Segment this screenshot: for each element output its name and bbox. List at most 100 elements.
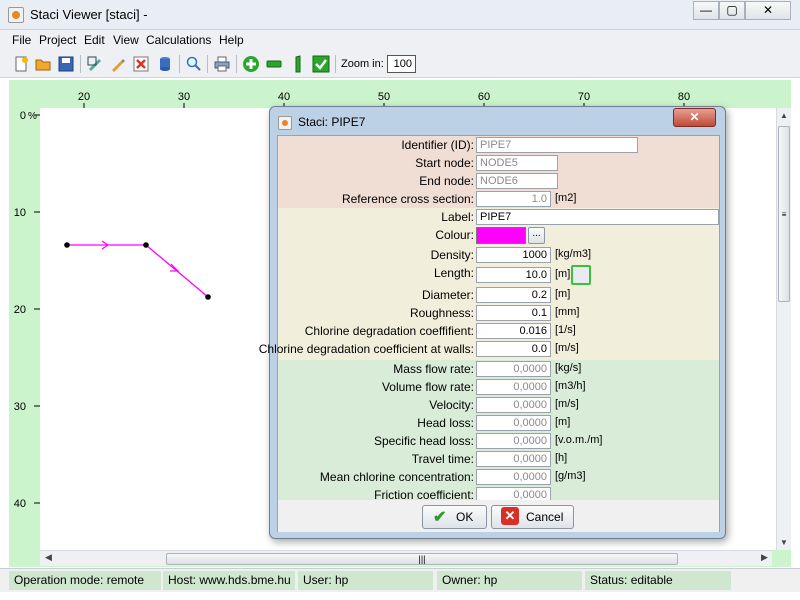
mass-flow-rate-label: Mass flow rate: [393, 362, 474, 376]
mean-chlorine-label: Mean chlorine concentration: [319, 470, 474, 484]
field-row-start-node: Start node: NODE5 [278, 154, 719, 172]
cancel-button[interactable]: ✕ Cancel [491, 505, 574, 529]
chlorine-degradation-walls-field[interactable]: 0.0 [476, 341, 551, 357]
horizontal-scrollbar[interactable]: ◀ ||| ▶ [40, 550, 772, 566]
dialog-button-bar: ✔ OK ✕ Cancel [278, 500, 719, 532]
ok-button[interactable]: ✔ OK [422, 505, 487, 529]
chlorine-degradation-unit: [1/s] [555, 324, 576, 336]
vertical-scrollbar[interactable]: ▲ ≡ ▼ [776, 108, 791, 550]
colour-label: Colour: [435, 228, 474, 242]
field-row-mean-chlorine: Mean chlorine concentration: 0,0000 [g/m… [278, 468, 719, 486]
field-row-density: Density: 1000 [kg/m3] [278, 246, 719, 264]
identifier-label: Identifier (ID): [401, 138, 474, 152]
horizontal-scroll-thumb[interactable]: ||| [166, 553, 678, 565]
chlorine-degradation-walls-unit: [m/s] [555, 342, 579, 354]
pipe-properties-dialog: Staci: PIPE7 ✕ Identifier (ID): PIPE7 St… [259, 106, 726, 539]
status-operation-mode: Operation mode: remote [9, 571, 161, 590]
dialog-app-icon [278, 116, 292, 130]
field-row-end-node: End node: NODE6 [278, 172, 719, 190]
roughness-label: Roughness: [409, 306, 474, 320]
roughness-unit: [mm] [555, 306, 580, 318]
y-axis-tick-label: 30 [14, 401, 26, 413]
specific-head-loss-field: 0,0000 [476, 433, 551, 449]
mean-chlorine-unit: [g/m3] [555, 470, 586, 482]
vertical-scroll-thumb[interactable]: ≡ [778, 126, 790, 302]
field-row-diameter: Diameter: 0.2 [m] [278, 286, 719, 304]
checkmark-icon: ✔ [433, 509, 447, 526]
travel-time-field: 0,0000 [476, 451, 551, 467]
travel-time-label: Travel time: [411, 452, 474, 466]
field-row-head-loss: Head loss: 0,0000 [m] [278, 414, 719, 432]
field-row-label: Label: PIPE7 [278, 208, 719, 226]
velocity-unit: [m/s] [555, 398, 579, 410]
head-loss-unit: [m] [555, 416, 571, 428]
specific-head-loss-label: Specific head loss: [373, 434, 474, 448]
field-row-mass-flow-rate: Mass flow rate: 0,0000 [kg/s] [278, 360, 719, 378]
properties-section: Label: PIPE7 Colour: ... Density: 1000 [… [259, 208, 719, 360]
velocity-label: Velocity: [429, 398, 474, 412]
node-point[interactable] [205, 294, 211, 300]
reference-cross-section-field[interactable]: 1.0 [476, 191, 551, 207]
velocity-field: 0,0000 [476, 397, 551, 413]
length-unit: [m] [555, 268, 571, 280]
colour-picker-button[interactable]: ... [528, 227, 545, 244]
diameter-label: Diameter: [421, 288, 474, 302]
field-row-specific-head-loss: Specific head loss: 0,0000 [v.o.m./m] [278, 432, 719, 450]
field-row-volume-flow-rate: Volume flow rate: 0,0000 [m3/h] [278, 378, 719, 396]
x-axis-tick-label: 30 [178, 91, 190, 103]
end-node-field[interactable]: NODE6 [476, 173, 558, 189]
scroll-up-icon[interactable]: ▲ [780, 111, 788, 120]
x-axis-tick-label: 50 [378, 91, 390, 103]
chlorine-degradation-walls-label: Chlorine degradation coefficient at wall… [258, 342, 474, 356]
results-section: Mass flow rate: 0,0000 [kg/s] Volume flo… [278, 360, 719, 503]
head-loss-label: Head loss: [417, 416, 474, 430]
x-axis-tick-label: 20 [78, 91, 90, 103]
density-unit: [kg/m3] [555, 248, 592, 260]
statusbar: Operation mode: remote Host: www.hds.bme… [0, 568, 800, 592]
scroll-down-icon[interactable]: ▼ [780, 538, 788, 547]
identifier-field[interactable]: PIPE7 [476, 137, 638, 153]
volume-flow-rate-label: Volume flow rate: [381, 380, 474, 394]
status-host: Host: www.hds.bme.hu [163, 571, 295, 590]
field-row-travel-time: Travel time: 0,0000 [h] [278, 450, 719, 468]
node-point[interactable] [143, 242, 149, 248]
chlorine-degradation-label: Chlorine degradation coeffifient: [304, 324, 474, 338]
specific-head-loss-unit: [v.o.m./m] [555, 434, 603, 446]
y-axis-tick-label: 10 [14, 207, 26, 219]
y-axis-unit: % [28, 111, 37, 122]
diameter-field[interactable]: 0.2 [476, 287, 551, 303]
chlorine-degradation-field[interactable]: 0.016 [476, 323, 551, 339]
x-axis-tick-label: 80 [678, 91, 690, 103]
roughness-field[interactable]: 0.1 [476, 305, 551, 321]
colour-swatch[interactable] [476, 227, 526, 244]
dialog-title: Staci: PIPE7 [298, 115, 366, 129]
diameter-unit: [m] [555, 288, 571, 300]
y-axis-tick-label: 40 [14, 498, 26, 510]
volume-flow-rate-field: 0,0000 [476, 379, 551, 395]
field-row-identifier: Identifier (ID): PIPE7 [278, 136, 719, 154]
field-row-chlorine-degradation: Chlorine degradation coeffifient: 0.016 … [278, 322, 719, 340]
scroll-left-icon[interactable]: ◀ [45, 552, 52, 563]
field-row-chlorine-degradation-walls: Chlorine degradation coefficient at wall… [259, 340, 719, 358]
label-field[interactable]: PIPE7 [476, 209, 719, 225]
density-label: Density: [430, 248, 474, 262]
cancel-x-icon: ✕ [501, 507, 519, 525]
x-axis-tick-label: 60 [478, 91, 490, 103]
field-row-roughness: Roughness: 0.1 [mm] [278, 304, 719, 322]
density-field[interactable]: 1000 [476, 247, 551, 263]
scroll-right-icon[interactable]: ▶ [761, 552, 768, 563]
length-label: Length: [433, 266, 474, 280]
length-calculate-button[interactable] [571, 265, 591, 285]
mean-chlorine-field: 0,0000 [476, 469, 551, 485]
head-loss-field: 0,0000 [476, 415, 551, 431]
volume-flow-rate-unit: [m3/h] [555, 380, 586, 392]
dialog-close-button[interactable]: ✕ [673, 108, 716, 127]
end-node-label: End node: [419, 174, 474, 188]
node-point[interactable] [64, 242, 70, 248]
start-node-field[interactable]: NODE5 [476, 155, 558, 171]
length-field[interactable]: 10.0 [476, 267, 551, 283]
x-axis-tick-label: 40 [278, 91, 290, 103]
y-axis-tick-label: 0 [20, 110, 26, 122]
reference-cross-section-unit: [m2] [555, 192, 577, 204]
dialog-body: Identifier (ID): PIPE7 Start node: NODE5… [259, 135, 720, 532]
